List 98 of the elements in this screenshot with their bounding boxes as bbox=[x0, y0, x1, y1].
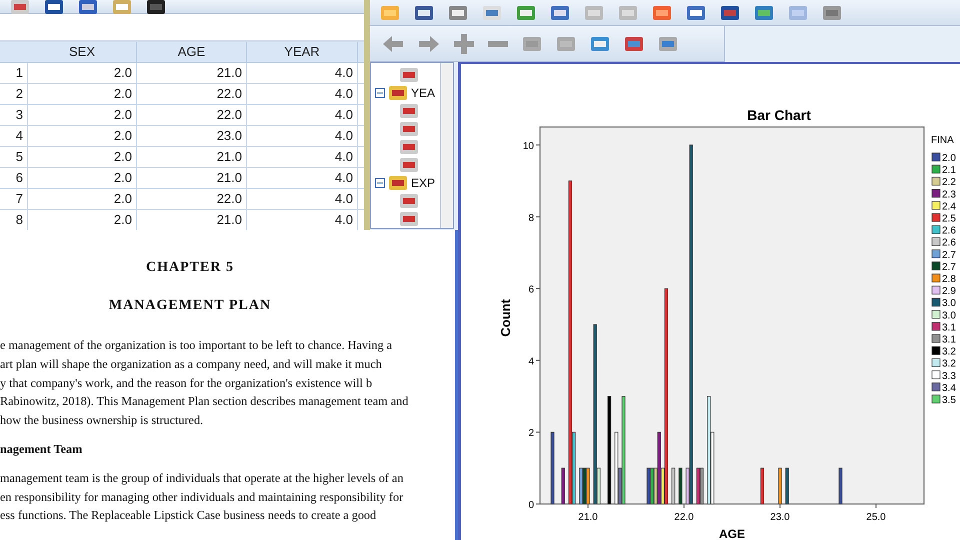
legend-label: 2.7 bbox=[942, 262, 956, 273]
outline-item[interactable]: EXP bbox=[411, 176, 436, 190]
collapse-icon[interactable] bbox=[375, 88, 385, 98]
y-tick: 0 bbox=[528, 500, 540, 511]
forward-icon[interactable] bbox=[418, 34, 440, 52]
minus-icon[interactable] bbox=[488, 40, 508, 46]
table-cell[interactable]: 2.0 bbox=[28, 84, 137, 105]
bar bbox=[785, 468, 789, 504]
scrollbar[interactable] bbox=[440, 63, 453, 228]
table-cell[interactable]: 2.0 bbox=[28, 126, 137, 147]
legend-label: 2.3 bbox=[942, 189, 956, 200]
table-cell[interactable]: 22.0 bbox=[137, 84, 247, 105]
table-cell[interactable]: 21.0 bbox=[137, 147, 247, 168]
document-title: MANAGEMENT PLAN bbox=[108, 298, 272, 314]
legend-label: 2.6 bbox=[942, 238, 956, 249]
y-tick: 10 bbox=[522, 140, 540, 152]
section-heading: nagement Team bbox=[0, 440, 84, 458]
row-number[interactable]: 7 bbox=[0, 189, 28, 210]
y-tick-label: 4 bbox=[528, 356, 534, 368]
column-header[interactable]: AGE bbox=[137, 42, 247, 63]
back-icon[interactable] bbox=[382, 34, 404, 52]
plus-icon[interactable] bbox=[454, 34, 474, 54]
row-number[interactable]: 6 bbox=[0, 168, 28, 189]
row-number[interactable]: 5 bbox=[0, 147, 28, 168]
bar bbox=[838, 468, 842, 504]
row-number[interactable]: 4 bbox=[0, 126, 28, 147]
legend-label: 3.0 bbox=[942, 298, 956, 310]
table-cell[interactable]: 4.0 bbox=[247, 126, 358, 147]
bar bbox=[672, 468, 676, 504]
legend-label: 3.1 bbox=[942, 334, 956, 346]
legend-label: 3.2 bbox=[942, 346, 956, 358]
legend-label: 2.5 bbox=[942, 214, 956, 224]
legend-label: 3.1 bbox=[942, 322, 956, 334]
y-tick-label: 8 bbox=[528, 212, 534, 224]
column-header[interactable]: YEAR bbox=[247, 42, 358, 63]
y-tick: 6 bbox=[528, 284, 540, 296]
legend-label: 2.9 bbox=[942, 286, 956, 298]
table-cell[interactable]: 4.0 bbox=[247, 168, 358, 189]
outline-item[interactable]: YEA bbox=[411, 86, 436, 100]
bar bbox=[778, 468, 782, 504]
y-tick: 2 bbox=[528, 428, 540, 440]
table-cell[interactable]: 2.0 bbox=[28, 105, 137, 126]
chapter-heading: CHAPTER 5 bbox=[145, 260, 235, 276]
x-tick-label: 21.0 bbox=[578, 512, 598, 523]
table-cell[interactable]: 4.0 bbox=[247, 147, 358, 168]
row-number[interactable]: 3 bbox=[0, 105, 28, 126]
paragraph: management team is the group of individuals that operate at the higher levels of an en responsibility for managing other individuals and maintaining responsibility for ess functions. The Replaceable Lipstick Case business needs to create a good bbox=[0, 470, 404, 524]
x-tick-label: 23.0 bbox=[770, 512, 790, 523]
table-cell[interactable]: 2.0 bbox=[28, 63, 137, 84]
x-tick-label: 22.0 bbox=[674, 512, 694, 523]
table-cell[interactable]: 2.0 bbox=[28, 189, 137, 210]
collapse-icon[interactable] bbox=[375, 178, 385, 188]
table-cell[interactable]: 2.0 bbox=[28, 147, 137, 168]
table-cell[interactable]: 22.0 bbox=[137, 105, 247, 126]
table-cell[interactable]: 21.0 bbox=[137, 63, 247, 84]
table-cell[interactable]: 4.0 bbox=[247, 84, 358, 105]
y-tick-label: 0 bbox=[528, 500, 534, 511]
y-tick-label: 10 bbox=[522, 140, 534, 152]
x-tick-label: 25.0 bbox=[866, 512, 886, 523]
legend-label: 3.5 bbox=[942, 395, 956, 406]
table-cell[interactable]: 4.0 bbox=[247, 189, 358, 210]
y-tick: 4 bbox=[528, 356, 540, 368]
legend-label: 2.0 bbox=[942, 153, 956, 164]
x-tick: 25.0 bbox=[866, 504, 886, 523]
table-cell[interactable]: 4.0 bbox=[247, 63, 358, 84]
column-header[interactable]: SEX bbox=[28, 42, 137, 63]
table-cell[interactable]: 4.0 bbox=[247, 105, 358, 126]
paragraph: e management of the organization is too important to be left to chance. Having a art plan will shape the organization as a company need, and will make it much y that company's work, and the reason for the organization's existence will b Rabinowitz, 2018). This Management Plan section describes management team and how the business ownership is structured. bbox=[0, 337, 410, 430]
bar bbox=[561, 468, 565, 504]
legend-label: 2.2 bbox=[942, 177, 956, 188]
legend-label: 2.8 bbox=[942, 274, 956, 285]
table-cell[interactable]: 22.0 bbox=[137, 189, 247, 210]
y-tick-label: 6 bbox=[528, 284, 534, 296]
y-tick: 8 bbox=[528, 212, 540, 224]
x-axis-label: AGE bbox=[719, 527, 745, 540]
legend-label: 2.4 bbox=[942, 201, 956, 212]
row-number[interactable]: 1 bbox=[0, 63, 28, 84]
table-cell[interactable]: 21.0 bbox=[137, 168, 247, 189]
x-tick: 23.0 bbox=[770, 504, 790, 523]
y-tick-label: 2 bbox=[528, 428, 534, 440]
bar bbox=[678, 468, 682, 504]
legend-label: 2.7 bbox=[942, 250, 956, 261]
legend-label: 3.4 bbox=[942, 382, 956, 394]
legend-label: 2.6 bbox=[942, 226, 956, 237]
bar bbox=[760, 468, 764, 504]
y-axis-label: Count bbox=[498, 299, 513, 337]
legend-label: 3.3 bbox=[942, 370, 956, 382]
x-tick: 22.0 bbox=[674, 504, 694, 523]
chart-title: Bar Chart bbox=[747, 107, 811, 123]
table-cell[interactable]: 2.0 bbox=[28, 168, 137, 189]
legend-title: FINA bbox=[931, 135, 954, 146]
legend-label: 3.0 bbox=[942, 310, 956, 322]
legend-label: 2.1 bbox=[942, 165, 956, 176]
legend-label: 3.2 bbox=[942, 358, 956, 370]
corner-header bbox=[0, 42, 28, 63]
x-tick: 21.0 bbox=[578, 504, 598, 523]
table-cell[interactable]: 23.0 bbox=[137, 126, 247, 147]
row-number[interactable]: 2 bbox=[0, 84, 28, 105]
